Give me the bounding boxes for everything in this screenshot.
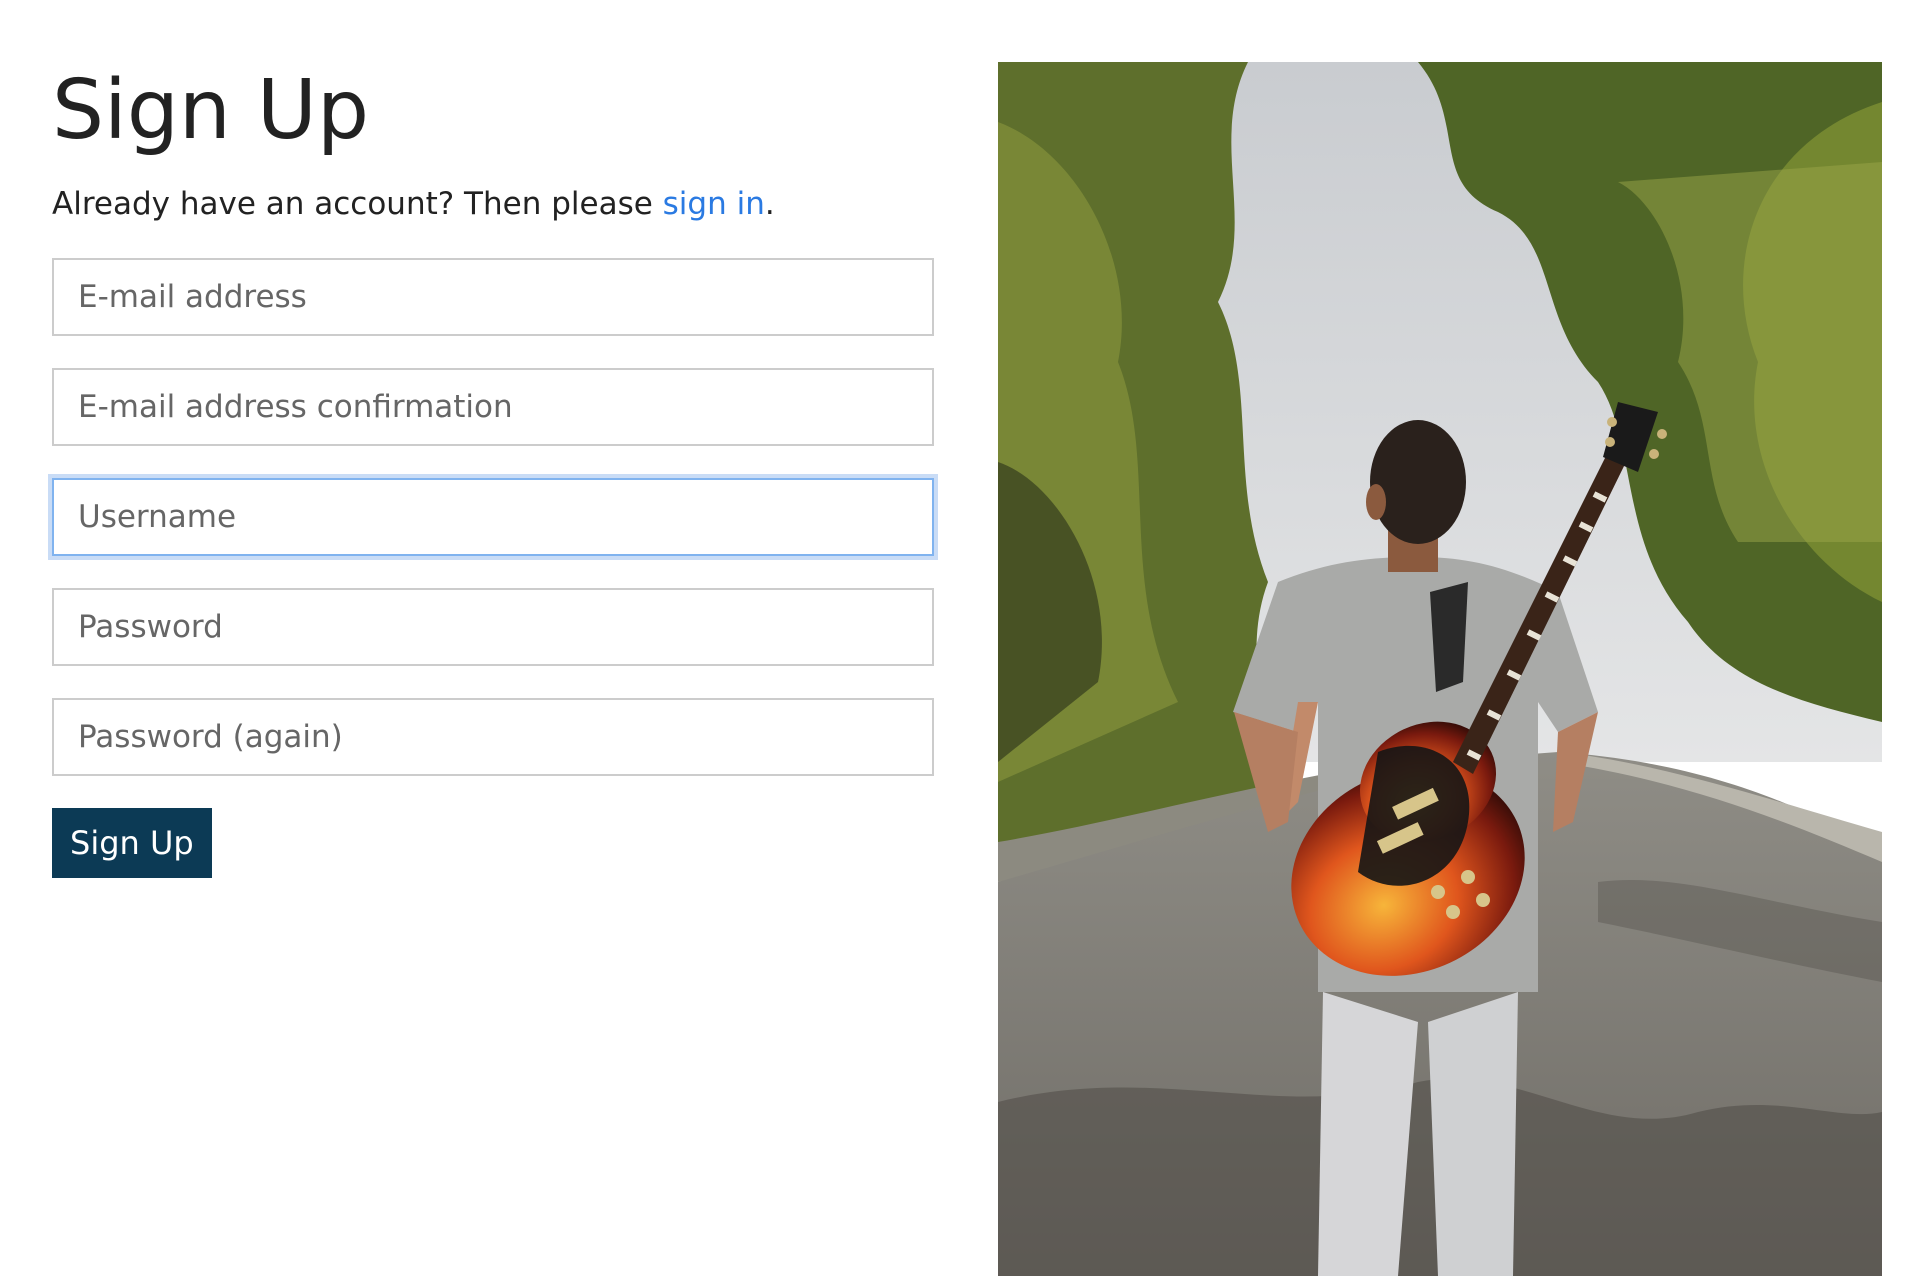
hero-photo-illustration <box>998 62 1882 1276</box>
signin-link[interactable]: sign in <box>663 186 765 222</box>
email-confirmation-field[interactable] <box>52 368 934 446</box>
password-field[interactable] <box>52 588 934 666</box>
signin-prompt-period: . <box>764 186 775 222</box>
signup-form: Sign Up <box>52 258 934 878</box>
hero-photo <box>998 62 1882 1276</box>
signup-button[interactable]: Sign Up <box>52 808 212 878</box>
page-title: Sign Up <box>52 63 369 158</box>
signin-prompt-text: Already have an account? Then please <box>52 186 663 222</box>
signup-form-column: Sign Up Already have an account? Then pl… <box>52 62 934 878</box>
username-field[interactable] <box>52 478 934 556</box>
password-again-field[interactable] <box>52 698 934 776</box>
email-field[interactable] <box>52 258 934 336</box>
signin-prompt: Already have an account? Then please sig… <box>52 184 934 224</box>
